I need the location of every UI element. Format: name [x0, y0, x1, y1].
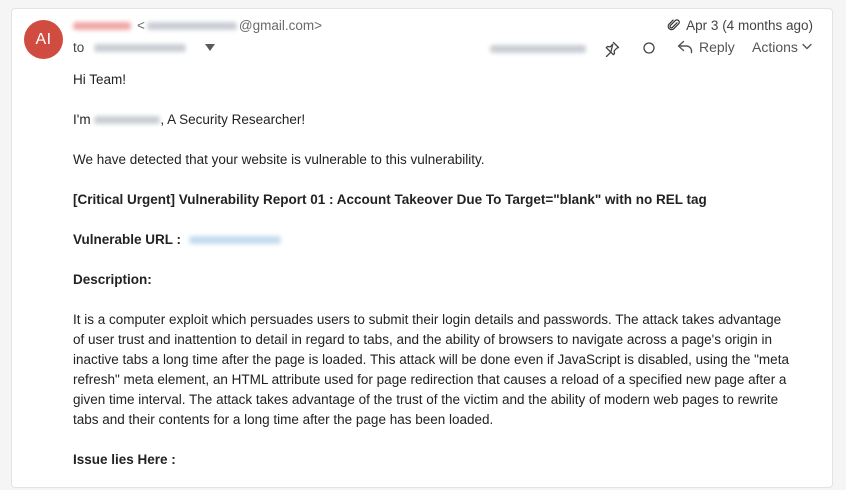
actions-menu-button[interactable]: Actions: [752, 39, 812, 55]
recipient-redacted[interactable]: [94, 44, 187, 53]
reply-arrow-icon: [677, 40, 693, 54]
intro-line: I'm , A Security Researcher!: [73, 110, 793, 130]
to-label: to: [73, 40, 85, 55]
sender-email-user-redacted[interactable]: [146, 22, 237, 31]
sender-email-domain: @gmail.com>: [238, 18, 322, 33]
intro-prefix: I'm: [73, 112, 91, 127]
email-date: Apr 3 (4 months ago): [667, 18, 813, 33]
description-label: Description:: [73, 272, 152, 287]
status-circle-icon[interactable]: [642, 41, 656, 55]
greeting: Hi Team!: [73, 72, 127, 87]
sender-name-redacted[interactable]: [73, 22, 131, 31]
reply-label: Reply: [699, 39, 735, 55]
recipient-address-redacted: [490, 45, 586, 53]
reply-button[interactable]: Reply: [677, 39, 735, 55]
sender-line: < @gmail.com>: [73, 18, 322, 33]
intro-suffix: , A Security Researcher!: [160, 112, 306, 127]
vulnerable-url-link-redacted[interactable]: [188, 236, 281, 245]
detected-line: We have detected that your website is vu…: [73, 152, 485, 167]
recipient-details-chevron-icon[interactable]: [205, 44, 215, 51]
vulnerable-url-label: Vulnerable URL :: [73, 232, 182, 247]
researcher-name-redacted: [94, 116, 161, 125]
report-title: [Critical Urgent] Vulnerability Report 0…: [73, 192, 707, 207]
vulnerable-url-line: Vulnerable URL :: [73, 230, 793, 250]
date-text: Apr 3 (4 months ago): [686, 18, 813, 33]
sender-email-open: <: [137, 18, 145, 33]
paperclip-icon: [667, 19, 680, 31]
issue-label: Issue lies Here :: [73, 452, 176, 467]
recipient-line: to: [73, 40, 187, 55]
description-text: It is a computer exploit which persuades…: [73, 312, 789, 427]
email-message-card: AI < @gmail.com> to Apr 3 (4 months ago) …: [11, 8, 833, 488]
chevron-down-icon: [802, 43, 812, 50]
sender-avatar[interactable]: AI: [24, 20, 63, 59]
email-body: Hi Team! I'm , A Security Researcher! We…: [73, 70, 793, 490]
actions-label: Actions: [752, 39, 798, 55]
pin-icon[interactable]: [604, 41, 620, 57]
